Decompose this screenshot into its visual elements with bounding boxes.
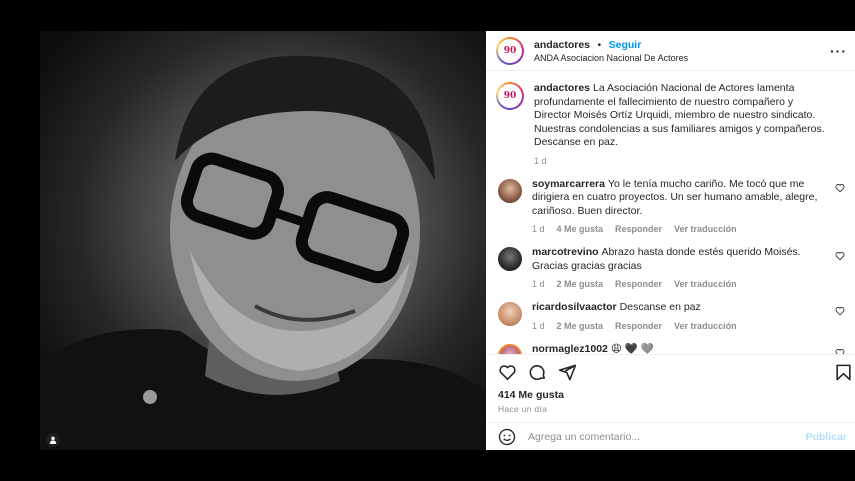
- caption: 90 andactores La Asociación Nacional de A…: [496, 82, 845, 166]
- caption-body: andactores La Asociación Nacional de Acto…: [534, 82, 845, 166]
- comment-username[interactable]: normaglez1002: [532, 343, 608, 355]
- caption-username[interactable]: andactores: [534, 82, 590, 94]
- comment-meta: 1 d 4 Me gusta Responder Ver traducción: [532, 224, 829, 234]
- like-comment-heart-icon[interactable]: [835, 306, 845, 316]
- reply-button[interactable]: Responder: [615, 224, 662, 234]
- more-options-icon[interactable]: ···: [830, 43, 847, 59]
- comment-body: ricardosilvaactor Descanse en paz 1 d 2 M…: [532, 301, 845, 331]
- comment-likes[interactable]: 4 Me gusta: [557, 224, 604, 234]
- like-comment-heart-icon[interactable]: [835, 183, 845, 193]
- translate-button[interactable]: Ver traducción: [674, 279, 737, 289]
- likes-count[interactable]: 414 Me gusta: [486, 389, 855, 401]
- comment-text: 😩 🖤 🩶: [610, 342, 654, 355]
- header-separator: •: [597, 38, 602, 51]
- caption-time[interactable]: 1 d: [534, 156, 547, 166]
- comment-item: soymarcarrera Yo le tenía mucho cariño. M…: [496, 178, 845, 235]
- post-actions: 414 Me gusta Hace un día Publicar: [486, 354, 855, 450]
- comment-time[interactable]: 1 d: [532, 321, 545, 331]
- comment-item: marcotrevino Abrazo hasta donde estés que…: [496, 246, 845, 289]
- comment-body: soymarcarrera Yo le tenía mucho cariño. M…: [532, 178, 845, 235]
- comment-text: Descanse en paz: [619, 301, 701, 313]
- header-text: andactores • Seguir ANDA Asociacion Naci…: [534, 37, 688, 65]
- comment-username[interactable]: marcotrevino: [532, 246, 599, 258]
- comment-input[interactable]: [528, 430, 806, 443]
- like-heart-icon[interactable]: [498, 363, 517, 382]
- comment-text-block: soymarcarrera Yo le tenía mucho cariño. M…: [532, 178, 829, 219]
- post-subtitle[interactable]: ANDA Asociacion Nacional De Actores: [534, 52, 688, 65]
- comment-body: normaglez1002 😩 🖤 🩶: [532, 343, 845, 355]
- caption-avatar[interactable]: 90: [496, 82, 524, 110]
- commenter-avatar[interactable]: [498, 302, 522, 326]
- follow-button[interactable]: Seguir: [609, 39, 642, 51]
- save-bookmark-icon[interactable]: [834, 363, 853, 382]
- caption-text-block: andactores La Asociación Nacional de Acto…: [534, 82, 829, 150]
- comments-list[interactable]: 90 andactores La Asociación Nacional de A…: [486, 72, 855, 354]
- comment-text-block: ricardosilvaactor Descanse en paz: [532, 301, 829, 315]
- comment-time[interactable]: 1 d: [532, 279, 545, 289]
- publish-button[interactable]: Publicar: [806, 431, 847, 443]
- commenter-avatar[interactable]: [498, 343, 522, 354]
- translate-button[interactable]: Ver traducción: [674, 224, 737, 234]
- comment-time[interactable]: 1 d: [532, 224, 545, 234]
- add-comment-bar: Publicar: [486, 422, 855, 450]
- comment-username[interactable]: ricardosilvaactor: [532, 301, 617, 313]
- action-icons: [486, 355, 855, 389]
- bottom-black-bar: [0, 450, 855, 481]
- emoji-icon[interactable]: [498, 428, 516, 446]
- top-black-bar: [0, 0, 855, 31]
- comment-likes[interactable]: 2 Me gusta: [557, 279, 604, 289]
- post-username[interactable]: andactores: [534, 39, 590, 51]
- post-header: 90 andactores • Seguir ANDA Asociacion N…: [486, 31, 855, 71]
- commenter-avatar[interactable]: [498, 178, 522, 203]
- reply-button[interactable]: Responder: [615, 279, 662, 289]
- user-silhouette-icon: [49, 436, 57, 444]
- commenter-avatar[interactable]: [498, 247, 522, 271]
- account-avatar[interactable]: 90: [496, 36, 524, 65]
- translate-button[interactable]: Ver traducción: [674, 321, 737, 331]
- avatar-logo-text: 90: [498, 38, 522, 63]
- share-send-icon[interactable]: [558, 363, 577, 382]
- comment-item: ricardosilvaactor Descanse en paz 1 d 2 M…: [496, 301, 845, 331]
- left-black-strip: [0, 31, 40, 450]
- caption-avatar-text: 90: [498, 84, 522, 108]
- like-comment-heart-icon[interactable]: [835, 251, 845, 261]
- comment-meta: 1 d 2 Me gusta Responder Ver traducción: [532, 321, 829, 331]
- comment-bubble-icon[interactable]: [528, 363, 547, 382]
- comment-meta: 1 d 2 Me gusta Responder Ver traducción: [532, 279, 829, 289]
- tagged-user-icon[interactable]: [46, 433, 60, 447]
- portrait-illustration: [40, 55, 486, 450]
- post-detail-panel: 90 andactores • Seguir ANDA Asociacion N…: [486, 31, 855, 450]
- comment-text-block: marcotrevino Abrazo hasta donde estés que…: [532, 246, 829, 273]
- comment-username[interactable]: soymarcarrera: [532, 178, 605, 190]
- comment-likes[interactable]: 2 Me gusta: [557, 321, 604, 331]
- comment-text-block: normaglez1002 😩 🖤 🩶: [532, 343, 829, 355]
- post-photo[interactable]: [40, 31, 486, 450]
- post-time[interactable]: Hace un día: [486, 404, 855, 414]
- comment-body: marcotrevino Abrazo hasta donde estés que…: [532, 246, 845, 289]
- comment-item: normaglez1002 😩 🖤 🩶: [496, 343, 845, 355]
- reply-button[interactable]: Responder: [615, 321, 662, 331]
- caption-meta: 1 d: [534, 156, 829, 166]
